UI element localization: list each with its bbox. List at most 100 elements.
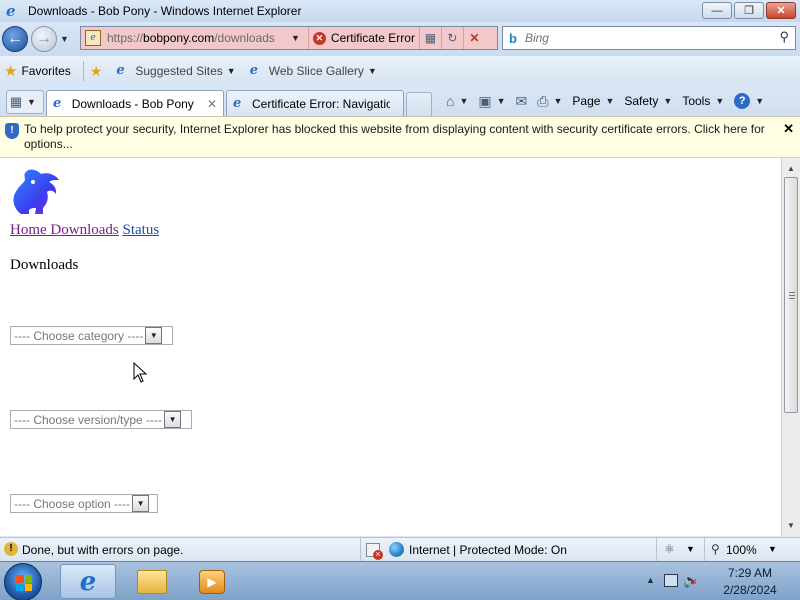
option-select[interactable]: ---- Choose option ---- ▼ — [10, 494, 158, 513]
information-bar-message[interactable]: To help protect your security, Internet … — [24, 122, 776, 152]
chevron-down-icon: ▼ — [605, 96, 615, 106]
home-icon: ⌂ — [446, 93, 455, 109]
url-scheme: https:// — [107, 31, 144, 45]
page-heading: Downloads — [10, 257, 79, 273]
version-select[interactable]: ---- Choose version/type ---- ▼ — [10, 410, 192, 429]
start-button[interactable] — [4, 563, 42, 600]
printer-icon: ⎙ — [537, 92, 549, 109]
ie-page-icon: e — [53, 95, 62, 111]
taskbar-internet-explorer[interactable]: e — [60, 564, 116, 599]
status-bar: ! Done, but with errors on page. Interne… — [0, 537, 800, 562]
search-input[interactable] — [524, 31, 765, 45]
url-text[interactable]: https://bobpony.com/downloads — [107, 31, 287, 45]
mail-icon: ✉ — [515, 92, 528, 109]
close-icon[interactable]: ✕ — [783, 121, 794, 137]
folder-icon — [137, 569, 167, 594]
command-bar: ⌂ ▼ ▣ ▼ ✉ ⎙ ▼ Page ▼ Safety ▼ Tools ▼ ? … — [446, 90, 774, 112]
suggested-sites-link[interactable]: e Suggested Sites ▼ — [112, 60, 239, 82]
url-host: bobpony.com — [143, 31, 215, 45]
security-zone-text[interactable]: Internet | Protected Mode: On — [409, 543, 567, 557]
clock-time[interactable]: 7:29 AM — [708, 566, 792, 580]
zoom-dropdown-icon[interactable]: ▼ — [768, 544, 777, 554]
chevron-down-icon[interactable]: ▼ — [132, 495, 150, 512]
web-slice-gallery-link[interactable]: e Web Slice Gallery ▼ — [246, 60, 381, 82]
show-hidden-icons-icon[interactable]: ▲ — [646, 575, 655, 585]
tab-list-dropdown-icon[interactable]: ▼ — [27, 97, 36, 107]
back-button[interactable]: ← — [2, 26, 28, 52]
close-window-button[interactable]: ✕ — [766, 2, 796, 19]
certificate-error-icon: ✕ — [312, 31, 326, 45]
add-to-favorites-icon[interactable]: ★ — [90, 63, 103, 80]
minimize-button[interactable]: — — [702, 2, 732, 19]
tab-label: Downloads - Bob Pony — [71, 96, 194, 111]
certificate-error-button[interactable]: ✕ Certificate Error — [307, 27, 419, 49]
vertical-scrollbar[interactable]: ▲ ▼ — [781, 158, 800, 536]
protected-mode-icon[interactable]: ⚛ — [664, 542, 675, 556]
read-mail-button[interactable]: ✉ — [516, 93, 528, 110]
scroll-up-arrow[interactable]: ▲ — [782, 160, 800, 177]
chevron-down-icon[interactable]: ▼ — [459, 96, 468, 106]
search-box[interactable]: b ⚲ — [502, 26, 796, 50]
internet-explorer-icon: e — [79, 566, 97, 597]
rss-icon: ▣ — [478, 92, 492, 109]
close-tab-icon[interactable]: ✕ — [207, 97, 217, 111]
nav-link-home[interactable]: Home — [10, 222, 47, 238]
zoom-level[interactable]: 100% — [726, 543, 757, 557]
chevron-down-icon[interactable]: ▼ — [145, 327, 163, 344]
address-dropdown-icon[interactable]: ▼ — [291, 33, 300, 43]
restore-button[interactable]: ❐ — [734, 2, 764, 19]
chevron-down-icon[interactable]: ▼ — [497, 96, 506, 106]
tab-label: Certificate Error: Navigatio... — [252, 96, 390, 111]
error-warning-icon[interactable]: ! — [4, 542, 18, 556]
page-menu[interactable]: Page ▼ — [572, 94, 614, 108]
clock-date[interactable]: 2/28/2024 — [708, 583, 792, 597]
tab-certificate-error[interactable]: e Certificate Error: Navigatio... — [226, 90, 404, 116]
status-divider — [656, 538, 657, 562]
safety-menu[interactable]: Safety ▼ — [624, 94, 672, 108]
compatibility-view-icon[interactable]: ▦ — [418, 27, 441, 49]
forward-button[interactable]: → — [31, 26, 57, 52]
stop-icon[interactable]: ✕ — [462, 27, 485, 49]
refresh-icon[interactable]: ↻ — [440, 27, 463, 49]
recent-pages-dropdown[interactable]: ▼ — [60, 34, 69, 44]
scroll-down-arrow[interactable]: ▼ — [782, 517, 800, 534]
quick-tabs-icon: ▦ — [9, 94, 23, 109]
blocked-content-icon[interactable] — [366, 543, 383, 560]
home-button[interactable]: ⌂ ▼ — [446, 93, 468, 109]
ie-page-icon: e — [116, 63, 125, 78]
media-player-icon: ▶ — [199, 569, 225, 594]
mouse-pointer-icon — [133, 362, 147, 383]
chevron-down-icon[interactable]: ▼ — [164, 411, 182, 428]
quick-tabs-button[interactable]: ▦ ▼ — [6, 90, 44, 114]
feeds-button[interactable]: ▣ ▼ — [478, 93, 505, 110]
tools-menu[interactable]: Tools ▼ — [682, 94, 724, 108]
favorites-label: Favorites — [21, 64, 71, 78]
status-text: Done, but with errors on page. — [22, 543, 184, 557]
network-icon[interactable] — [664, 574, 678, 587]
taskbar-windows-explorer[interactable] — [124, 564, 180, 599]
category-select[interactable]: ---- Choose category ---- ▼ — [10, 326, 173, 345]
taskbar-media-player[interactable]: ▶ — [184, 564, 240, 599]
scrollbar-grip — [789, 292, 795, 299]
chevron-down-icon[interactable]: ▼ — [686, 544, 695, 554]
address-bar[interactable]: e https://bobpony.com/downloads ▼ ✕ Cert… — [80, 26, 498, 50]
nav-link-downloads[interactable]: Downloads — [50, 222, 118, 238]
ie-app-icon[interactable]: e — [6, 3, 22, 19]
chevron-down-icon[interactable]: ▼ — [553, 96, 562, 106]
print-button[interactable]: ⎙ ▼ — [537, 93, 562, 110]
information-bar[interactable]: ! To help protect your security, Interne… — [0, 116, 800, 158]
option-select-value: ---- Choose option ---- — [14, 496, 131, 511]
ie-page-icon: e — [249, 63, 258, 78]
suggested-sites-label: Suggested Sites — [135, 64, 223, 78]
shield-icon: ! — [5, 123, 19, 139]
help-menu[interactable]: ? ▼ — [734, 93, 764, 109]
nav-link-status[interactable]: Status — [123, 222, 160, 238]
favorites-button[interactable]: ★ Favorites — [0, 60, 75, 82]
globe-icon — [389, 542, 404, 557]
volume-muted-icon[interactable]: 🔈 — [683, 573, 699, 589]
new-tab-button[interactable] — [406, 92, 432, 116]
search-icon[interactable]: ⚲ — [779, 29, 789, 45]
scrollbar-thumb[interactable] — [784, 177, 798, 413]
tab-downloads[interactable]: e Downloads - Bob Pony ✕ — [46, 90, 224, 116]
page-content: Home Downloads Status Downloads ---- Cho… — [0, 158, 781, 536]
